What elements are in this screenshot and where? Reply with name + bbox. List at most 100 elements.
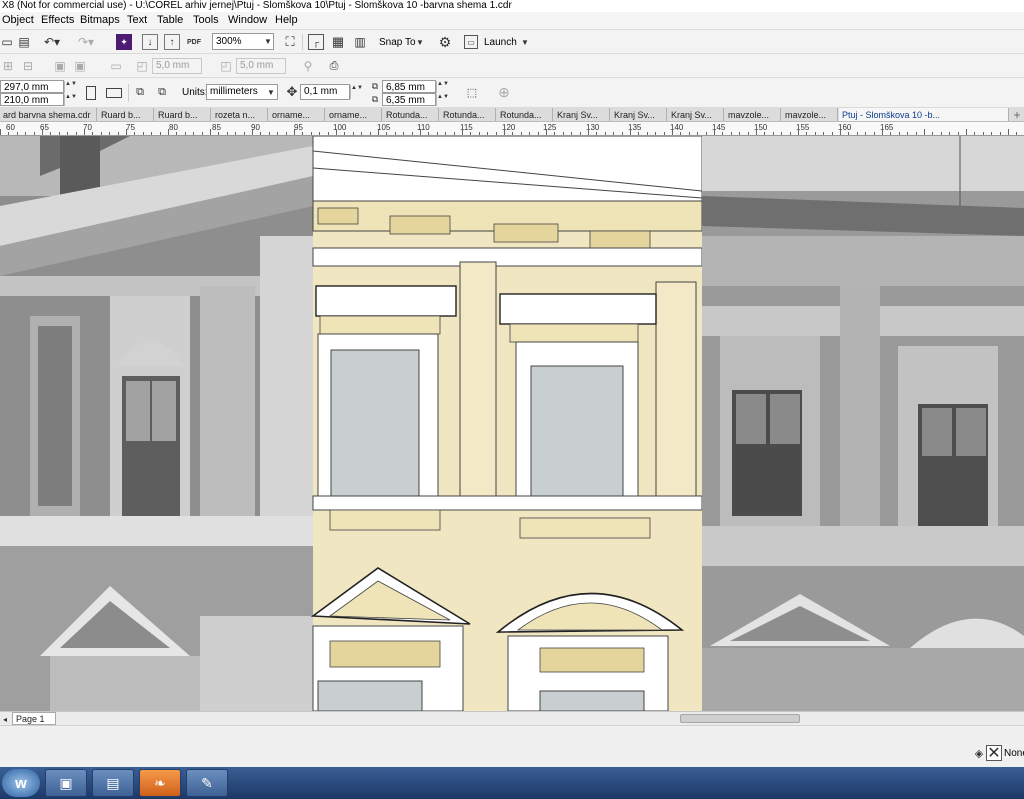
- ruler-tick: [428, 132, 429, 135]
- redo-icon[interactable]: ↷▾: [74, 34, 98, 50]
- ruler-tick: [134, 132, 135, 135]
- portrait-icon[interactable]: [86, 86, 96, 100]
- units-label: Units:: [182, 87, 208, 98]
- document-tab[interactable]: Ruard b...: [98, 108, 154, 121]
- chevron-down-icon[interactable]: ▼: [520, 36, 530, 48]
- page-tab[interactable]: Page 1: [12, 712, 56, 725]
- ruler-tick: [664, 132, 665, 135]
- ruler-tick: [84, 129, 85, 135]
- page-prev-icon[interactable]: ◂: [0, 713, 10, 725]
- object-properties-icon[interactable]: ⎙: [326, 58, 342, 74]
- fullscreen-icon[interactable]: ⛶: [282, 34, 298, 50]
- copy-icon[interactable]: ▭: [0, 34, 14, 50]
- corel-connect-icon[interactable]: ✦: [116, 34, 132, 50]
- page-width-field[interactable]: 297,0 mm: [0, 80, 64, 93]
- document-tab[interactable]: Kranj Sv...: [668, 108, 724, 121]
- document-tab[interactable]: rozeta n...: [212, 108, 268, 121]
- treat-as-filled-icon[interactable]: ⬚: [464, 84, 480, 100]
- document-tab[interactable]: ard barvna shema.cdr: [0, 108, 97, 121]
- nudge-icon[interactable]: ✥: [284, 84, 300, 100]
- windows-start-icon[interactable]: w: [2, 769, 40, 797]
- document-tab[interactable]: Ruard b...: [155, 108, 211, 121]
- menu-table[interactable]: Table: [157, 14, 183, 26]
- gear-icon[interactable]: ⚙: [437, 34, 453, 50]
- ruler-tick: [311, 132, 312, 135]
- corner-icon[interactable]: ◰: [218, 58, 234, 74]
- corel-icon[interactable]: ❧: [139, 769, 181, 797]
- ruler-tick: [874, 132, 875, 135]
- corner-height-field[interactable]: 5,0 mm: [236, 58, 286, 74]
- media-icon[interactable]: ▣: [45, 769, 87, 797]
- menu-bitmaps[interactable]: Bitmaps: [80, 14, 120, 26]
- document-tab[interactable]: mavzole...: [782, 108, 838, 121]
- drawing-canvas[interactable]: [0, 136, 1024, 711]
- spin-icon[interactable]: ▲▼: [350, 85, 363, 99]
- current-page-icon[interactable]: ⧉: [154, 84, 170, 100]
- copy-properties-icon[interactable]: ▭: [108, 58, 124, 74]
- document-tab[interactable]: Kranj Sv...: [611, 108, 667, 121]
- launch-button[interactable]: Launch: [484, 37, 517, 48]
- launch-icon[interactable]: ▭: [464, 35, 478, 49]
- menu-window[interactable]: Window: [228, 14, 267, 26]
- guidelines-icon[interactable]: ▥: [352, 34, 368, 50]
- all-pages-icon[interactable]: ⧉: [132, 84, 148, 100]
- undo-icon[interactable]: ↶▾: [40, 34, 64, 50]
- pdf-icon[interactable]: PDF: [186, 34, 202, 50]
- ruler-label: 80: [169, 123, 178, 132]
- menu-object[interactable]: Object: [2, 14, 34, 26]
- ruler-tick: [344, 132, 345, 135]
- duplicate-x-field[interactable]: 6,85 mm: [382, 80, 436, 93]
- document-tab[interactable]: orname...: [326, 108, 382, 121]
- ruler-tick: [622, 132, 623, 135]
- document-tab[interactable]: orname...: [269, 108, 325, 121]
- document-tab[interactable]: Rotunda...: [497, 108, 553, 121]
- rulers-icon[interactable]: ┌: [308, 34, 324, 50]
- spin-icon[interactable]: ▲▼: [436, 94, 449, 106]
- chevron-down-icon[interactable]: ▼: [262, 34, 274, 49]
- document-tab[interactable]: Kranj Sv...: [554, 108, 610, 121]
- document-tab[interactable]: Rotunda...: [440, 108, 496, 121]
- corner-icon[interactable]: ◰: [134, 58, 150, 74]
- horizontal-ruler[interactable]: 60 65 70 75 80 85 90 95 100 105 110 115 …: [0, 122, 1024, 136]
- lock-icon[interactable]: ⚲: [300, 58, 316, 74]
- spin-up-icon[interactable]: ▲▼: [64, 81, 77, 93]
- ruler-tick: [193, 132, 194, 135]
- horizontal-scrollbar[interactable]: [680, 714, 800, 723]
- page-height-field[interactable]: 210,0 mm: [0, 93, 64, 106]
- menu-effects[interactable]: Effects: [41, 14, 74, 26]
- ruler-label: 85: [212, 123, 221, 132]
- spin-icon[interactable]: ▲▼: [436, 81, 449, 93]
- landscape-icon[interactable]: [106, 88, 122, 98]
- add-tab-icon[interactable]: +: [1010, 108, 1024, 121]
- ruler-tick: [655, 132, 656, 135]
- menu-help[interactable]: Help: [275, 14, 298, 26]
- distribute-icon[interactable]: ⊟: [20, 58, 36, 74]
- spin-down-icon[interactable]: ▲▼: [64, 94, 77, 106]
- duplicate-y-field[interactable]: 6,35 mm: [382, 93, 436, 106]
- ungroup-icon[interactable]: ▣: [72, 58, 88, 74]
- folder-icon[interactable]: ▤: [92, 769, 134, 797]
- paste-icon[interactable]: ▤: [16, 34, 32, 50]
- ruler-tick: [781, 132, 782, 135]
- ruler-tick: [890, 132, 891, 135]
- document-tab[interactable]: Rotunda...: [383, 108, 439, 121]
- document-tab-active[interactable]: Ptuj - Slomškova 10 -b...: [839, 108, 1009, 121]
- group-icon[interactable]: ▣: [52, 58, 68, 74]
- corner-width-field[interactable]: 5,0 mm: [152, 58, 202, 74]
- snap-to-button[interactable]: Snap To: [379, 37, 416, 48]
- document-tab[interactable]: mavzole...: [725, 108, 781, 121]
- chevron-down-icon[interactable]: ▼: [266, 86, 276, 98]
- chevron-down-icon[interactable]: ▼: [415, 36, 425, 48]
- menu-tools[interactable]: Tools: [193, 14, 219, 26]
- paint-icon[interactable]: ✎: [186, 769, 228, 797]
- grid-icon[interactable]: ▦: [330, 34, 346, 50]
- import-icon[interactable]: ↓: [142, 34, 158, 50]
- ruler-tick: [17, 132, 18, 135]
- align-icon[interactable]: ⊞: [0, 58, 16, 74]
- export-icon[interactable]: ↑: [164, 34, 180, 50]
- menu-text[interactable]: Text: [127, 14, 147, 26]
- nudge-distance-field[interactable]: 0,1 mm: [300, 84, 350, 100]
- add-icon[interactable]: ⊕: [496, 84, 512, 100]
- ruler-tick: [277, 132, 278, 135]
- ruler-tick: [378, 129, 379, 135]
